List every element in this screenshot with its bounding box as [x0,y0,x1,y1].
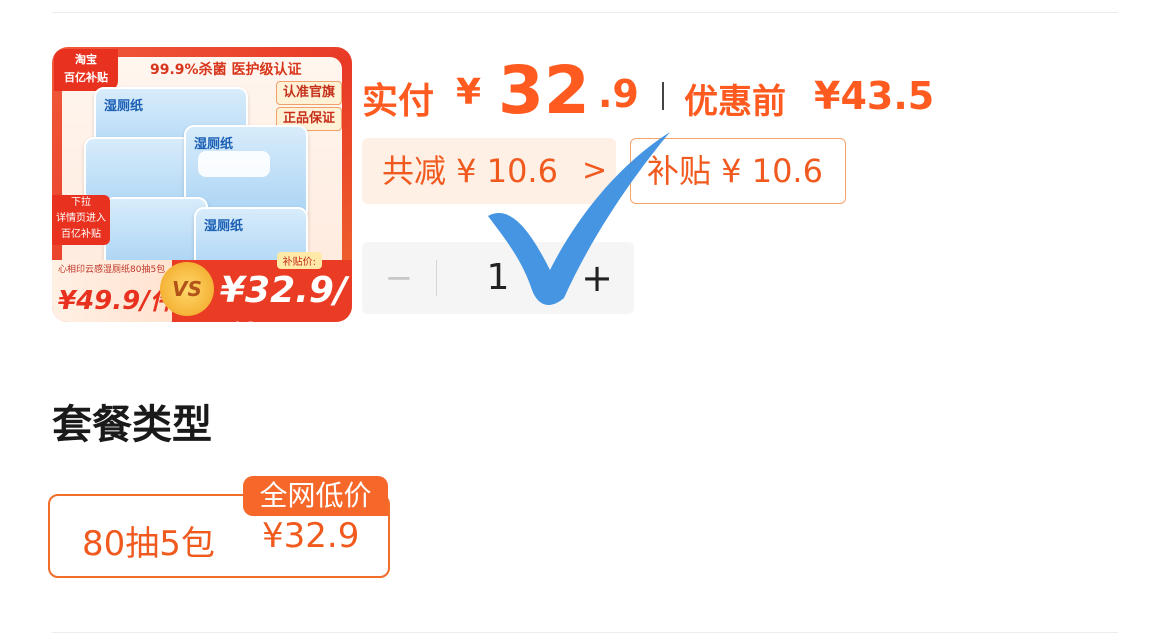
image-subsidy-caption: 补贴价: [276,252,322,269]
original-price-value: ¥43.5 [814,74,935,118]
image-price-strip: 心相印云感湿厕纸80抽5包 ¥49.9/件 VS 补贴价: ¥32.9/件 [52,252,352,322]
original-price-label: 优惠前 [684,82,786,122]
image-side-tag: 下拉 详情页进入 百亿补贴 [52,195,110,245]
price-separator [662,82,664,110]
image-old-price: ¥49.9/件 [58,286,176,316]
chevron-right-icon: > [582,153,608,188]
pack-label: 湿厕纸 [204,219,244,234]
package-option-price: ¥32.9 [262,516,360,556]
image-brand-label: 淘宝 百亿补贴 [54,49,118,91]
pack-label: 湿厕纸 [194,137,234,152]
subsidy-chip: 补贴 ¥ 10.6 [630,138,846,204]
decrease-quantity-button[interactable]: − [362,242,436,314]
image-claim-text: 99.9%杀菌 医护级认证 [150,62,302,78]
lowest-price-badge: 全网低价 [243,476,388,516]
bottom-divider [52,632,1118,633]
quantity-stepper: − 1 + [362,242,634,314]
pay-currency: ¥ [456,72,482,113]
quantity-value[interactable]: 1 [437,242,559,314]
pay-price-integer: 32 [498,52,590,129]
increase-quantity-button[interactable]: + [560,242,634,314]
vs-icon: VS [160,262,214,316]
package-option-name: 80抽5包 [82,524,215,564]
pack-label: 湿厕纸 [104,99,144,114]
image-product-name: 心相印云感湿厕纸80抽5包 [58,265,166,275]
total-discount-label: 共减 ¥ 10.6 [382,152,558,190]
subsidy-label: 补贴 ¥ 10.6 [647,152,823,190]
package-type-title: 套餐类型 [52,402,212,448]
pay-label: 实付 [362,81,435,122]
total-discount-button[interactable]: 共减 ¥ 10.6 > [362,138,616,204]
product-image[interactable]: 淘宝 百亿补贴 99.9%杀菌 医护级认证 认准官旗 正品保证 湿厕纸 湿厕纸 … [52,47,352,322]
top-divider [52,12,1118,13]
pay-price-decimal: .9 [598,72,639,116]
image-new-price: ¥32.9/件 [220,270,348,322]
